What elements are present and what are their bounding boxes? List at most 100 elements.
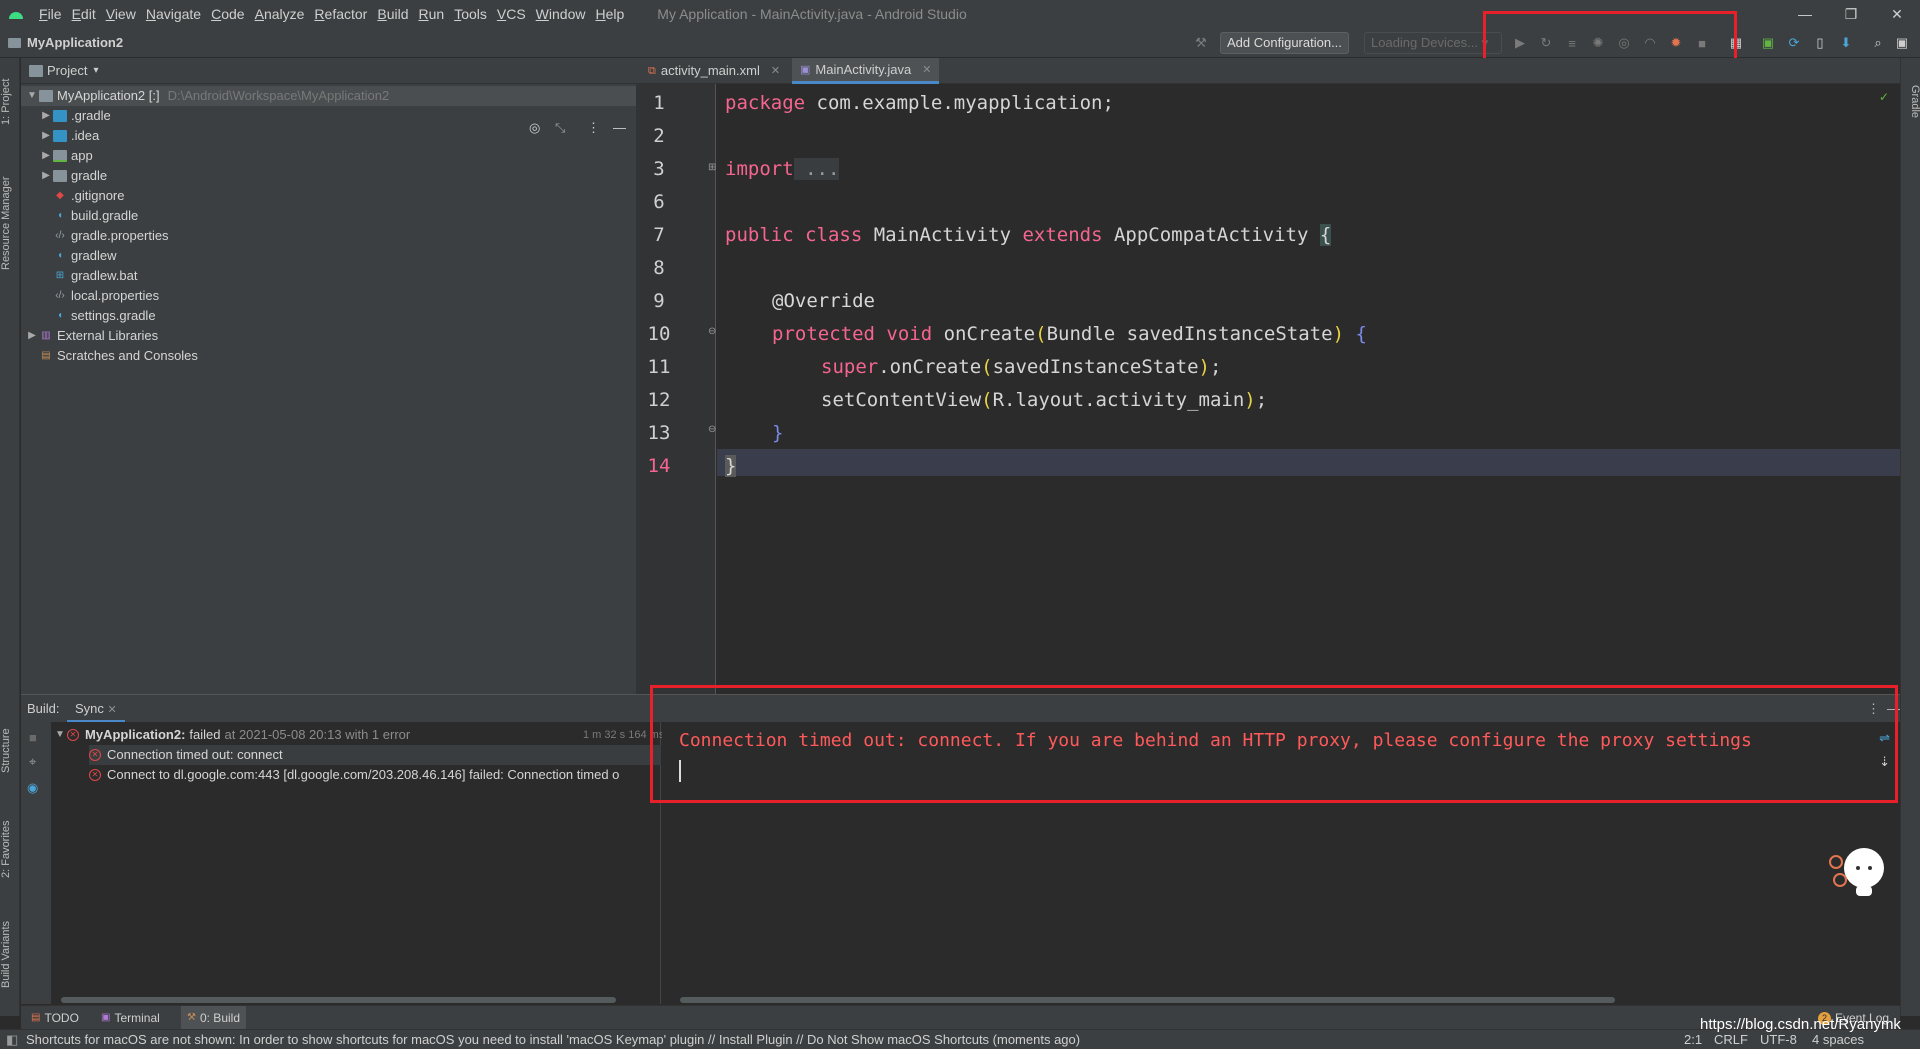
tree-item[interactable]: ▶ .gradle [39, 106, 111, 126]
status-icon[interactable]: ◧ [6, 1032, 18, 1048]
tree-item[interactable]: ▶ .idea [39, 126, 99, 146]
eye-icon[interactable]: ◉ [27, 780, 38, 796]
expand-arrow-icon[interactable]: ▶ [39, 126, 53, 146]
tree-item[interactable]: ‹/› local.properties [53, 286, 159, 306]
tab-favorites[interactable]: 2: Favorites [0, 803, 20, 895]
expand-arrow-icon[interactable]: ▼ [25, 86, 39, 106]
menu-analyze[interactable]: Analyze [250, 0, 310, 28]
menu-view[interactable]: View [101, 0, 141, 28]
menu-tools[interactable]: Tools [449, 0, 492, 28]
tab-label: MainActivity.java [815, 61, 912, 77]
tab-project[interactable]: 1: Project [0, 64, 20, 140]
mascot-sticker-icon [1829, 848, 1884, 896]
line-separator[interactable]: CRLF [1714, 1032, 1748, 1047]
chevron-down-icon[interactable]: ▾ [93, 65, 98, 76]
build-error-row[interactable]: ✕ Connect to dl.google.com:443 [dl.googl… [89, 765, 661, 785]
menu-window[interactable]: Window [531, 0, 591, 28]
close-tab-icon[interactable]: ✕ [771, 58, 780, 84]
tree-item[interactable]: ▶ gradle [39, 166, 107, 186]
tab-activity-main-xml[interactable]: ⧉ activity_main.xml ✕ [640, 58, 788, 84]
tree-item[interactable]: ‹/› gradle.properties [53, 226, 168, 246]
device-selector-label: Loading Devices... [1371, 35, 1478, 50]
file-encoding[interactable]: UTF-8 [1760, 1032, 1797, 1047]
tree-item[interactable]: ◆ .gitignore [53, 186, 124, 206]
tab-mainactivity-java[interactable]: ▣ MainActivity.java ✕ [792, 57, 940, 84]
more-options-icon[interactable]: ⋮ [587, 120, 600, 136]
terminal-sync-icon[interactable]: ▣ [1760, 35, 1776, 51]
project-view-selector[interactable]: Project [47, 63, 87, 78]
menu-build[interactable]: Build [372, 0, 413, 28]
tab-todo[interactable]: ▤ TODO [31, 1006, 79, 1030]
tab-gradle[interactable]: Gradle [1901, 70, 1920, 134]
tab-sync[interactable]: Sync ✕ [67, 695, 125, 723]
collapse-all-icon[interactable]: ⤡ [555, 120, 565, 136]
horizontal-scrollbar[interactable] [61, 997, 616, 1003]
close-tab-icon[interactable]: ✕ [108, 704, 117, 716]
tab-build-variants[interactable]: Build Variants [0, 904, 20, 1004]
minimize-button[interactable]: — [1782, 0, 1828, 28]
add-configuration-button[interactable]: Add Configuration... [1220, 32, 1349, 54]
tree-item-label: settings.gradle [71, 308, 156, 323]
indent-setting[interactable]: 4 spaces [1812, 1032, 1864, 1047]
tab-build[interactable]: ⚒ 0: Build [181, 1006, 246, 1030]
menu-file[interactable]: File [34, 0, 67, 28]
build-detail: at 2021-05-08 20:13 with 1 error [224, 727, 411, 742]
build-root-row[interactable]: ▼ ✕ MyApplication2: failed at 2021-05-08… [53, 725, 664, 745]
gradle-sync-icon[interactable]: ⟳ [1786, 35, 1802, 51]
expand-arrow-icon[interactable]: ▶ [39, 106, 53, 126]
menu-navigate[interactable]: Navigate [141, 0, 206, 28]
menu-help[interactable]: Help [590, 0, 629, 28]
tree-item[interactable]: ◖ gradlew [53, 246, 117, 266]
close-tab-icon[interactable]: ✕ [922, 57, 931, 83]
tab-terminal[interactable]: ▣ Terminal [101, 1006, 160, 1030]
fold-icon[interactable]: ⊖ [708, 326, 716, 337]
sdk-manager-icon[interactable]: ⬇ [1838, 35, 1854, 51]
search-icon[interactable]: ⌕ [1870, 35, 1886, 51]
code-line-11: super.onCreate(savedInstanceState); [821, 356, 1222, 378]
menu-run[interactable]: Run [413, 0, 449, 28]
status-message[interactable]: Shortcuts for macOS are not shown: In or… [26, 1032, 1080, 1047]
line-number: 12 [647, 389, 671, 411]
pin-icon[interactable]: ⌖ [29, 754, 36, 770]
tree-item[interactable]: ⊞ gradlew.bat [53, 266, 138, 286]
close-button[interactable]: ✕ [1874, 0, 1920, 28]
tree-item-external-libraries[interactable]: ▶ ▥ External Libraries [25, 326, 158, 346]
hammer-icon[interactable]: ⚒ [1193, 35, 1209, 51]
tree-item-scratches[interactable]: ▤ Scratches and Consoles [39, 346, 198, 366]
menu-edit[interactable]: Edit [67, 0, 101, 28]
tree-item[interactable]: ▶ app [39, 146, 93, 166]
locate-icon[interactable]: ◎ [529, 120, 540, 136]
tree-item[interactable]: ◖ build.gradle [53, 206, 138, 226]
expand-arrow-icon[interactable]: ▼ [53, 725, 67, 745]
error-icon: ✕ [89, 769, 101, 781]
tab-structure[interactable]: Structure [0, 710, 20, 792]
expand-arrow-icon[interactable]: ▶ [25, 326, 39, 346]
fold-icon[interactable]: ⊖ [708, 424, 716, 435]
code-line-9: @Override [772, 290, 875, 312]
stop-icon[interactable]: ■ [29, 730, 37, 745]
fold-icon[interactable]: ⊞ [708, 162, 716, 173]
menu-refactor[interactable]: Refactor [309, 0, 372, 28]
horizontal-scrollbar[interactable] [680, 997, 1615, 1003]
settings-icon[interactable]: ▣ [1894, 35, 1910, 51]
tab-todo-label: TODO [44, 1011, 79, 1025]
restore-button[interactable]: ❐ [1828, 0, 1874, 28]
device-selector[interactable]: Loading Devices... ▾ [1364, 32, 1502, 54]
build-error-row[interactable]: ✕ Connection timed out: connect [89, 745, 661, 765]
tree-item[interactable]: ◖ settings.gradle [53, 306, 156, 326]
hide-panel-icon[interactable]: — [613, 120, 626, 135]
tree-root-path: D:\Android\Workspace\MyApplication2 [167, 88, 390, 103]
tab-resource-manager[interactable]: Resource Manager [0, 153, 20, 293]
code-editor[interactable]: package com.example.myapplication; impor… [717, 84, 1900, 694]
avd-manager-icon[interactable]: ▯ [1812, 35, 1828, 51]
expand-arrow-icon[interactable]: ▶ [39, 166, 53, 186]
tree-root[interactable]: ▼ MyApplication2 [:] D:\Android\Workspac… [21, 86, 636, 106]
cursor-position[interactable]: 2:1 [1684, 1032, 1702, 1047]
tree-item-label: build.gradle [71, 208, 139, 223]
breadcrumb-project[interactable]: MyApplication2 [27, 35, 123, 50]
menu-vcs[interactable]: VCS [492, 0, 531, 28]
breadcrumb[interactable]: MyApplication2 [8, 35, 123, 50]
menu-code[interactable]: Code [206, 0, 249, 28]
tree-item-label: .gitignore [71, 188, 125, 203]
expand-arrow-icon[interactable]: ▶ [39, 146, 53, 166]
